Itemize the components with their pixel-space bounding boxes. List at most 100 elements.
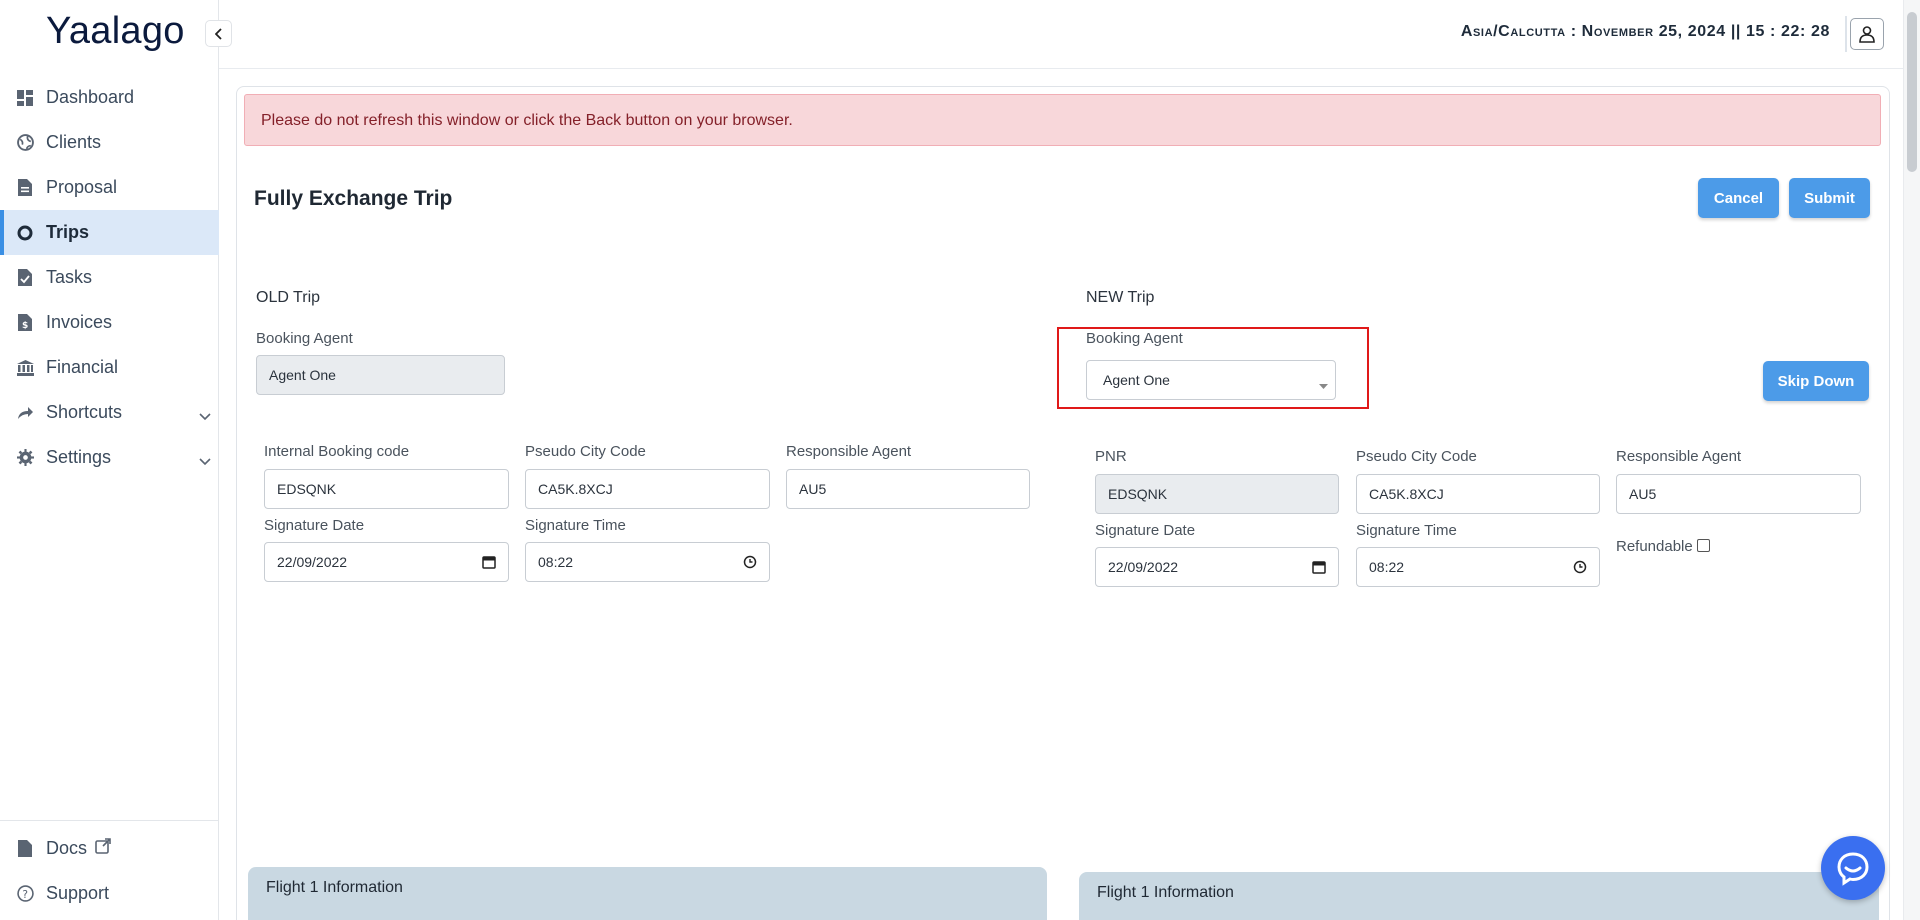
- submit-button[interactable]: Submit: [1789, 178, 1870, 218]
- chevron-left-icon: [214, 27, 222, 40]
- sidebar-item-label: Trips: [46, 222, 90, 242]
- skip-down-button[interactable]: Skip Down: [1763, 361, 1869, 401]
- refundable-label: Refundable: [1616, 538, 1693, 555]
- task-file-icon: [16, 269, 34, 287]
- sidebar-item-label: Docs: [46, 838, 88, 858]
- date-value: 22/09/2022: [277, 554, 348, 570]
- sidebar-item-invoices[interactable]: $ Invoices: [0, 300, 219, 345]
- sidebar-item-label: Settings: [46, 447, 112, 467]
- header-datetime: Asia/Calcutta : November 25, 2024 || 15 …: [1460, 23, 1830, 40]
- sidebar-item-label: Shortcuts: [46, 402, 123, 422]
- new-signature-date-input[interactable]: 22/09/2022: [1095, 547, 1339, 587]
- clock-icon[interactable]: [1573, 560, 1587, 577]
- sidebar-item-trips[interactable]: Trips: [0, 210, 219, 255]
- document-icon: [16, 840, 34, 858]
- clock-icon[interactable]: [743, 555, 757, 572]
- refundable-checkbox[interactable]: [1697, 539, 1710, 552]
- sidebar-item-shortcuts[interactable]: Shortcuts: [0, 390, 219, 435]
- calendar-icon[interactable]: [482, 555, 496, 572]
- sidebar-item-proposal[interactable]: Proposal: [0, 165, 219, 210]
- chevron-down-icon[interactable]: [199, 405, 211, 426]
- gear-icon: [16, 449, 34, 467]
- sidebar-item-docs[interactable]: Docs: [0, 826, 219, 871]
- sidebar-item-label: Financial: [46, 357, 119, 377]
- new-flight-panel: Flight 1 Information: [1079, 872, 1879, 920]
- sidebar-item-clients[interactable]: Clients: [0, 120, 219, 165]
- collapse-sidebar-button[interactable]: [205, 20, 232, 47]
- globe-icon: [16, 134, 34, 152]
- old-pcc-label: Pseudo City Code: [525, 443, 646, 460]
- old-internal-code-input[interactable]: EDSQNK: [264, 469, 509, 509]
- old-signature-date-input[interactable]: 22/09/2022: [264, 542, 509, 582]
- svg-text:$: $: [22, 321, 28, 331]
- selected-agent: Agent One: [1103, 372, 1170, 388]
- sidebar-item-label: Clients: [46, 132, 102, 152]
- refresh-warning-alert: Please do not refresh this window or cli…: [244, 94, 1881, 146]
- sidebar-item-settings[interactable]: Settings: [0, 435, 219, 480]
- new-signature-time-input[interactable]: 08:22: [1356, 547, 1600, 587]
- sidebar-item-label: Tasks: [46, 267, 93, 287]
- sidebar-item-label: Dashboard: [46, 87, 135, 107]
- old-trip-heading: OLD Trip: [256, 289, 321, 306]
- help-icon: ?: [16, 885, 34, 903]
- old-responsible-agent-input[interactable]: AU5: [786, 469, 1030, 509]
- sidebar-item-label: Proposal: [46, 177, 118, 197]
- bank-icon: [16, 359, 34, 377]
- chat-icon: [1837, 852, 1869, 886]
- external-link-icon: [95, 838, 111, 859]
- old-pcc-input[interactable]: CA5K.8XCJ: [525, 469, 770, 509]
- page-title: Fully Exchange Trip: [254, 187, 453, 210]
- cancel-button[interactable]: Cancel: [1698, 178, 1779, 218]
- circle-icon: [16, 224, 34, 242]
- sidebar: Yaalago Dashboard Clients Proposal Trips…: [0, 0, 219, 920]
- old-internal-code-label: Internal Booking code: [264, 443, 410, 460]
- svg-text:?: ?: [22, 888, 28, 901]
- page-scrollbar[interactable]: [1903, 0, 1920, 920]
- new-signature-date-label: Signature Date: [1095, 522, 1196, 539]
- new-pcc-input[interactable]: CA5K.8XCJ: [1356, 474, 1600, 514]
- new-responsible-agent-input[interactable]: AU5: [1616, 474, 1861, 514]
- chevron-down-icon[interactable]: [199, 450, 211, 471]
- old-booking-agent-label: Booking Agent: [256, 330, 353, 347]
- scrollbar-thumb[interactable]: [1907, 12, 1917, 172]
- new-pnr-label: PNR: [1095, 448, 1127, 465]
- new-trip-heading: NEW Trip: [1086, 289, 1155, 306]
- new-flight-heading: Flight 1 Information: [1097, 884, 1234, 901]
- time-value: 08:22: [538, 554, 574, 570]
- new-booking-agent-label: Booking Agent: [1086, 330, 1183, 347]
- sidebar-item-label: Invoices: [46, 312, 113, 332]
- invoice-icon: $: [16, 314, 34, 332]
- sidebar-item-tasks[interactable]: Tasks: [0, 255, 219, 300]
- chat-support-button[interactable]: [1821, 836, 1885, 900]
- old-signature-time-label: Signature Time: [525, 517, 626, 534]
- header-divider-line: [219, 68, 1909, 69]
- share-arrow-icon: [16, 404, 34, 422]
- date-value: 22/09/2022: [1108, 559, 1179, 575]
- old-signature-time-input[interactable]: 08:22: [525, 542, 770, 582]
- user-menu-button[interactable]: [1850, 18, 1884, 50]
- new-responsible-agent-label: Responsible Agent: [1616, 448, 1742, 465]
- sidebar-nav: Dashboard Clients Proposal Trips Tasks $…: [0, 75, 219, 480]
- time-value: 08:22: [1369, 559, 1405, 575]
- user-icon: [1859, 26, 1875, 43]
- old-flight-heading: Flight 1 Information: [266, 879, 403, 896]
- sidebar-bottom: Docs ? Support: [0, 820, 219, 916]
- old-signature-date-label: Signature Date: [264, 517, 365, 534]
- sidebar-item-dashboard[interactable]: Dashboard: [0, 75, 219, 120]
- header-divider: [1845, 16, 1847, 52]
- dashboard-icon: [16, 89, 34, 107]
- new-booking-agent-select[interactable]: Agent One: [1086, 360, 1336, 400]
- app-logo[interactable]: Yaalago: [46, 10, 185, 53]
- sidebar-item-financial[interactable]: Financial: [0, 345, 219, 390]
- caret-down-icon: [1319, 377, 1328, 393]
- new-signature-time-label: Signature Time: [1356, 522, 1457, 539]
- old-booking-agent-field[interactable]: Agent One: [256, 355, 505, 395]
- calendar-icon[interactable]: [1312, 560, 1326, 577]
- new-pcc-label: Pseudo City Code: [1356, 448, 1477, 465]
- old-responsible-agent-label: Responsible Agent: [786, 443, 912, 460]
- new-pnr-field[interactable]: EDSQNK: [1095, 474, 1339, 514]
- sidebar-item-support[interactable]: ? Support: [0, 871, 219, 916]
- old-flight-panel: Flight 1 Information: [248, 867, 1047, 920]
- document-icon: [16, 179, 34, 197]
- sidebar-item-label: Support: [46, 883, 110, 903]
